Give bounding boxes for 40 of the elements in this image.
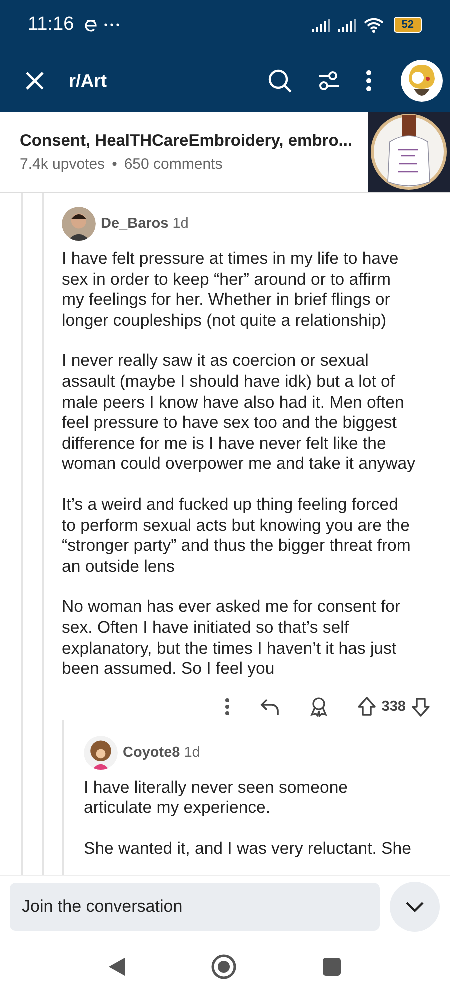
more-icon[interactable] (366, 70, 372, 92)
status-time: 11:16 (28, 14, 74, 36)
comment-author[interactable]: Coyote8 (123, 744, 180, 761)
comment-text: It’s a weird and fucked up thing feeling forced to perform sexual acts but knowing you are the “stronger party” and thus the bigger threat from an outside lens (62, 494, 412, 578)
reply-icon[interactable] (260, 698, 280, 716)
award-icon[interactable] (310, 696, 328, 717)
wifi-icon (364, 18, 384, 32)
comment-text: I have felt pressure at times in my life to have sex in order to keep “her” around or to affirm my feelings for her. Whether in brief flings or longer coupleships (not quite a relationship) (62, 249, 400, 332)
close-icon[interactable] (25, 71, 45, 91)
user-avatar[interactable] (62, 207, 96, 241)
browser-icon (84, 18, 98, 32)
comment-text: She wanted it, and I was very reluctant. She (84, 838, 412, 860)
separator-dot: • (112, 156, 118, 173)
comment-count: 650 comments (124, 156, 223, 173)
comment-text: No woman has ever asked me for consent for sex. Often I have initiated so that’s self explanatory, but the times I haven’t it has just been assumed. So I feel you (62, 597, 402, 680)
more-icon[interactable] (224, 698, 230, 716)
signal-icon (338, 18, 358, 32)
comment-text: I never really saw it as coercion or sexual assault (maybe I should have idk) but a lot of male peers I know have also had it. Men often feel pressure to have sex too and the biggest difference for me is I have never felt like the woman could overpower me and take it anyway (62, 351, 416, 475)
home-icon[interactable] (211, 954, 237, 980)
comment-age: 1d (172, 216, 189, 232)
comment-text: I have literally never seen someone articulate my experience. (84, 778, 349, 819)
vote-score: 338 (382, 698, 406, 715)
downvote-icon[interactable] (412, 696, 430, 717)
comment-age: 1d (184, 744, 200, 761)
collapse-button[interactable] (390, 882, 440, 932)
upvote-count: 7.4k upvotes (20, 156, 106, 173)
recents-icon[interactable] (322, 957, 342, 977)
signal-icon (312, 18, 332, 32)
upvote-icon[interactable] (358, 696, 376, 717)
battery-indicator: 52 (394, 17, 422, 33)
subreddit-name: r/Art (69, 70, 108, 92)
more-icon (104, 23, 120, 27)
comment-author[interactable]: De_Baros (101, 216, 169, 232)
post-title[interactable]: Consent, HealTHCareEmbroidery, embro... (20, 132, 368, 151)
search-icon[interactable] (268, 69, 292, 93)
user-avatar[interactable] (400, 59, 444, 103)
comment-input[interactable]: Join the conversation (10, 883, 380, 931)
chevron-down-icon (405, 901, 425, 913)
filter-icon[interactable] (318, 70, 340, 92)
back-icon[interactable] (108, 957, 126, 977)
